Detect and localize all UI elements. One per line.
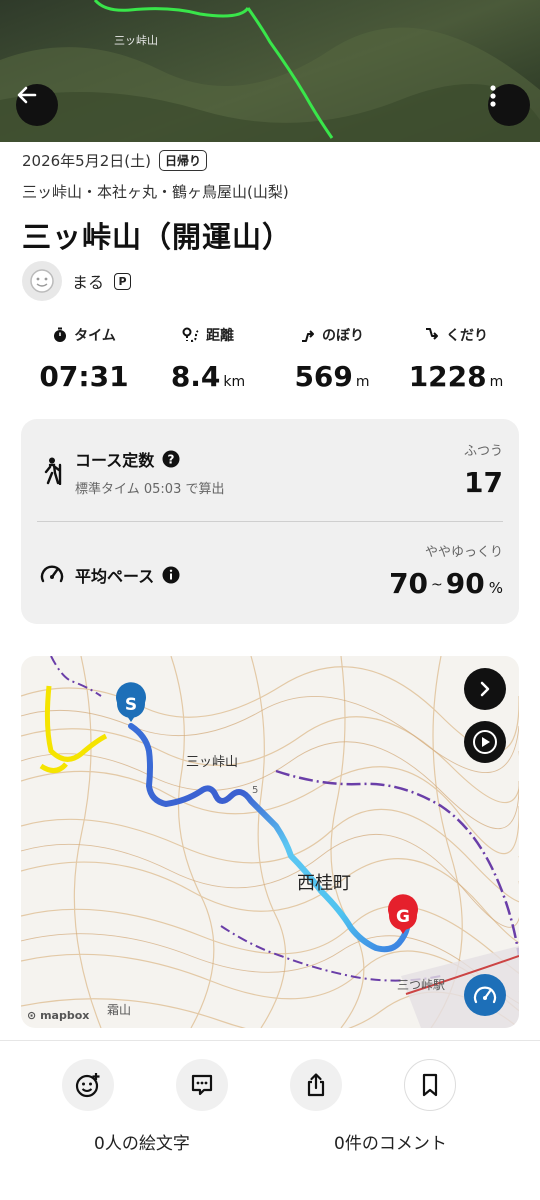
goal-marker-label: G — [396, 907, 410, 927]
chevron-right-icon — [480, 681, 490, 697]
stat-distance-value: 8.4 — [170, 360, 221, 393]
stopwatch-icon — [54, 327, 67, 342]
pace-high: 90 — [445, 567, 485, 600]
pace-level: ややゆっくり — [424, 545, 503, 560]
hero-photo: 三ッ峠山 — [0, 0, 540, 142]
stat-distance-unit: km — [223, 374, 246, 390]
map-next-button[interactable] — [464, 668, 506, 710]
mountain-list[interactable]: 三ッ峠山・本社ヶ丸・鶴ヶ鳥屋山(山梨) — [22, 181, 289, 202]
stat-time-label: タイム — [74, 328, 116, 344]
comment-icon — [191, 1074, 213, 1096]
stat-distance-label: 距離 — [206, 328, 234, 344]
pace-low: 70 — [389, 567, 429, 600]
trip-type-badge: 日帰り — [158, 150, 207, 171]
map-play-button[interactable] — [464, 721, 506, 763]
comment-count-label[interactable]: 0件のコメント — [334, 1129, 447, 1154]
activity-title: 三ッ峠山（開運山） — [22, 220, 293, 254]
map-label-peak: 三ッ峠山 — [186, 755, 238, 770]
stat-ascent-unit: m — [355, 374, 370, 390]
speedometer-icon — [40, 565, 64, 583]
map-pace-button[interactable] — [464, 974, 506, 1016]
arrow-left-icon — [17, 86, 37, 104]
stat-ascent: のぼり 569 m — [270, 324, 394, 393]
speedometer-icon — [473, 986, 497, 1004]
share-icon — [307, 1073, 325, 1097]
activity-date: 2026年5月2日(土) — [22, 152, 151, 170]
map-label-town: 西桂町 — [297, 873, 351, 894]
comment-button[interactable] — [176, 1059, 228, 1111]
bookmark-button[interactable] — [404, 1059, 456, 1111]
user-row[interactable]: まる P — [22, 261, 132, 301]
mapbox-attribution-text: mapbox — [40, 1009, 90, 1022]
user-name[interactable]: まる — [72, 269, 104, 293]
pace-unit: % — [488, 579, 503, 597]
stats-row: タイム 07:31 距離 8.4 km のぼり 569 m くだり 1228 m — [22, 324, 518, 393]
map-label-elevation: 5 — [252, 785, 258, 796]
start-marker-label: S — [125, 695, 137, 715]
descent-arrow-icon — [426, 328, 438, 340]
course-level: ふつう — [463, 444, 503, 459]
stat-descent: くだり 1228 m — [394, 324, 518, 393]
start-marker[interactable]: S — [116, 682, 146, 722]
stat-distance: 距離 8.4 km — [146, 324, 270, 393]
help-icon[interactable]: ? — [162, 450, 180, 468]
emoji-reaction-button[interactable] — [62, 1059, 114, 1111]
course-pace-card: コース定数 ? 標準タイム 05:03 で算出 ふつう 17 平均ペース ややゆ… — [21, 419, 519, 624]
hero-peak-caption: 三ッ峠山 — [114, 33, 158, 47]
stat-time: タイム 07:31 — [22, 324, 146, 393]
svg-text:?: ? — [168, 453, 175, 467]
more-button[interactable] — [488, 84, 530, 126]
share-button[interactable] — [290, 1059, 342, 1111]
route-pin-icon — [182, 327, 199, 342]
course-constant-value: 17 — [464, 466, 503, 499]
map-canvas: 三ッ峠山 5 西桂町 三つ峠駅 霜山 S G — [21, 656, 519, 1028]
goal-marker[interactable]: G — [387, 894, 419, 934]
stat-descent-value: 1228 — [408, 360, 487, 393]
stat-time-value: 07:31 — [39, 360, 129, 393]
play-circle-icon — [473, 730, 497, 754]
info-icon[interactable] — [162, 566, 180, 584]
average-pace-row[interactable]: 平均ペース — [75, 563, 180, 587]
emoji-count-label[interactable]: 0人の絵文字 — [94, 1129, 190, 1154]
course-constant-sub: 標準タイム 05:03 で算出 — [75, 482, 225, 497]
map-label-south-peak: 霜山 — [107, 1003, 131, 1017]
hero-terrain-graphic: 三ッ峠山 — [0, 0, 540, 142]
stat-ascent-label: のぼり — [322, 328, 364, 344]
hiker-icon — [44, 457, 62, 485]
bookmark-icon — [422, 1073, 438, 1097]
back-button[interactable] — [16, 84, 58, 126]
date-row: 2026年5月2日(土) 日帰り — [22, 150, 207, 171]
card-divider — [37, 521, 503, 522]
mapbox-attribution[interactable]: ⊙ mapbox — [27, 1009, 89, 1022]
stat-descent-label: くだり — [446, 328, 488, 344]
activity-detail-page: 三ッ峠山 2026年5月2日(土) 日帰り 三ッ峠山・本社ヶ丸・鶴ヶ鳥屋山(山梨… — [0, 0, 540, 1200]
smiley-avatar-icon — [30, 269, 54, 293]
route-map[interactable]: 三ッ峠山 5 西桂町 三つ峠駅 霜山 S G ⊙ mapbox — [21, 656, 519, 1028]
mapbox-logo-icon: ⊙ — [27, 1009, 37, 1022]
bottom-action-bar: 0人の絵文字 0件のコメント — [0, 1040, 540, 1200]
map-label-station: 三つ峠駅 — [397, 977, 445, 992]
avatar[interactable] — [22, 261, 62, 301]
average-pace-label: 平均ペース — [75, 567, 155, 586]
premium-badge: P — [114, 272, 132, 290]
pace-range: 70 ~90% — [389, 567, 503, 600]
pace-tilde: ~ — [431, 577, 443, 593]
add-emoji-icon — [75, 1073, 100, 1098]
stat-ascent-value: 569 — [294, 360, 353, 393]
course-constant-label: コース定数 — [75, 451, 155, 470]
ascent-arrow-icon — [302, 330, 314, 342]
vertical-dots-icon — [490, 85, 496, 107]
course-constant-row[interactable]: コース定数 ? — [75, 447, 180, 471]
stat-descent-unit: m — [489, 374, 504, 390]
